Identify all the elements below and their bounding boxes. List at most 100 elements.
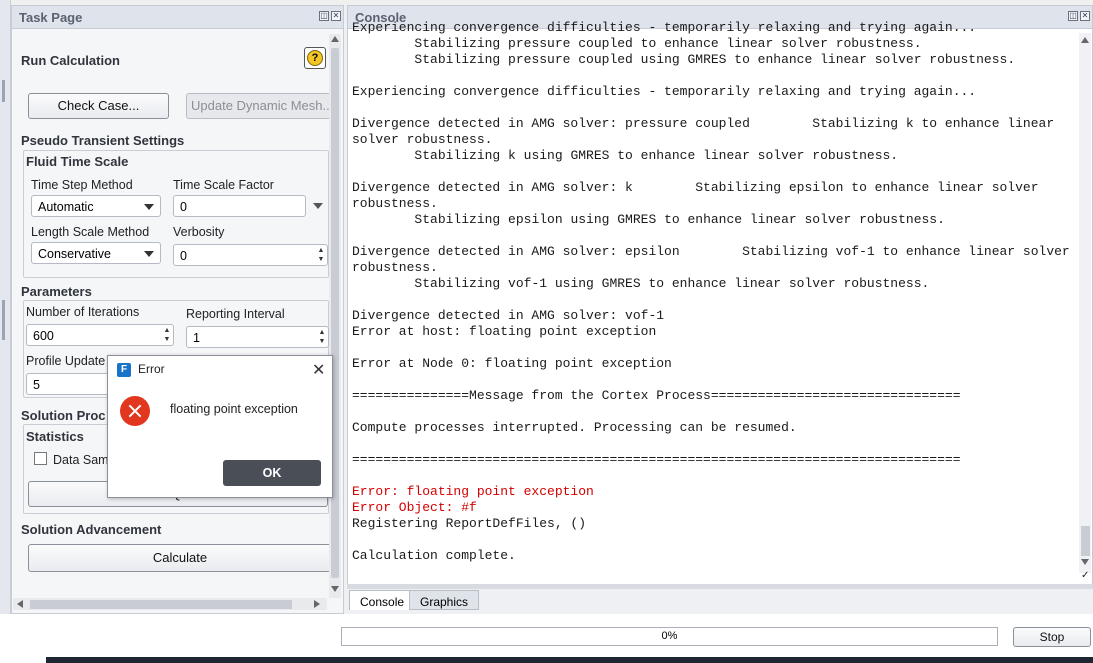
data-sampling-checkbox[interactable]: [34, 452, 47, 465]
task-page-horizontal-scroll-thumb[interactable]: [30, 600, 292, 609]
task-page-header: Task Page ◫ ✕: [12, 6, 343, 29]
taskbar: [46, 657, 1093, 663]
length-scale-method-select[interactable]: Conservative: [31, 242, 161, 264]
time-scale-factor-label: Time Scale Factor: [173, 178, 274, 192]
run-calculation-heading: Run Calculation: [21, 53, 120, 68]
spin-down-icon[interactable]: ▼: [318, 338, 326, 345]
profile-update-value: 5: [33, 378, 40, 392]
time-step-method-label: Time Step Method: [31, 178, 133, 192]
data-sampling-label: Data Sam: [53, 453, 109, 467]
iterations-input[interactable]: 600 ▲ ▼: [26, 324, 174, 346]
time-step-method-select[interactable]: Automatic: [31, 195, 161, 217]
checkmark-icon[interactable]: ✓: [1081, 571, 1091, 581]
console-line: Error: floating point exception: [352, 484, 594, 499]
fluid-time-scale-heading: Fluid Time Scale: [26, 154, 129, 169]
console-panel: Console ◫ ✕ Experiencing convergence dif…: [347, 5, 1093, 588]
reporting-interval-value: 1: [193, 331, 200, 345]
spin-down-icon[interactable]: ▼: [163, 336, 171, 343]
progress-label: 0%: [661, 630, 678, 642]
dialog-title: Error: [138, 362, 165, 376]
console-line: Experiencing convergence difficulties - …: [352, 20, 977, 35]
profile-update-label: Profile Update: [26, 354, 106, 368]
console-line: Stabilizing vof-1 using GMRES to enhance…: [352, 276, 930, 291]
console-line: Stabilizing k using GMRES to enhance lin…: [352, 148, 899, 163]
app-logo-icon: F: [117, 363, 131, 377]
verbosity-value: 0: [180, 249, 187, 263]
spin-up-icon[interactable]: ▲: [318, 329, 326, 336]
verbosity-label: Verbosity: [173, 225, 225, 239]
scroll-left-icon[interactable]: [17, 600, 23, 608]
reporting-interval-label: Reporting Interval: [186, 307, 285, 321]
console-line: Registering ReportDefFiles, (): [352, 516, 587, 531]
time-scale-factor-value: 0: [180, 200, 187, 214]
console-line: Error at host: floating point exception: [352, 324, 657, 339]
spin-down-icon[interactable]: ▼: [317, 256, 325, 263]
console-line: Calculation complete.: [352, 548, 516, 563]
error-dialog: F Error ✕ floating point exception OK: [107, 355, 333, 498]
time-scale-factor-input[interactable]: 0: [173, 195, 306, 217]
scroll-down-icon[interactable]: [1081, 559, 1089, 565]
console-vertical-scroll-thumb[interactable]: [1081, 526, 1090, 556]
scroll-right-icon[interactable]: [314, 600, 320, 608]
solution-advancement-heading: Solution Advancement: [21, 522, 162, 537]
chevron-down-icon[interactable]: [313, 203, 323, 209]
console-tab-bar: Console Graphics: [347, 589, 1093, 613]
update-dynamic-mesh-button[interactable]: Update Dynamic Mesh...: [186, 93, 332, 119]
close-icon[interactable]: ✕: [1080, 11, 1090, 21]
error-icon: [120, 396, 150, 426]
console-line: Divergence detected in AMG solver: press…: [352, 116, 1062, 147]
task-page-vertical-scroll-thumb[interactable]: [331, 48, 339, 578]
scroll-up-icon[interactable]: [331, 36, 339, 42]
console-line: Divergence detected in AMG solver: k Sta…: [352, 180, 1047, 211]
console-vertical-scrollbar[interactable]: [1079, 33, 1091, 573]
spin-up-icon[interactable]: ▲: [317, 247, 325, 254]
scroll-up-icon[interactable]: [1081, 37, 1089, 43]
stop-button[interactable]: Stop: [1013, 627, 1091, 647]
calculate-button[interactable]: Calculate: [28, 544, 332, 572]
console-output[interactable]: Experiencing convergence difficulties - …: [352, 20, 1074, 568]
scroll-down-icon[interactable]: [331, 586, 339, 592]
ok-button[interactable]: OK: [223, 460, 321, 486]
reporting-interval-input[interactable]: 1 ▲ ▼: [186, 326, 329, 348]
close-icon[interactable]: ✕: [331, 11, 341, 21]
tab-console[interactable]: Console: [349, 590, 416, 610]
console-line: Experiencing convergence difficulties - …: [352, 84, 977, 99]
progress-bar: 0%: [341, 627, 998, 646]
pseudo-transient-heading: Pseudo Transient Settings: [21, 133, 185, 148]
task-page-title: Task Page: [19, 10, 83, 25]
help-button[interactable]: ?: [304, 47, 326, 69]
tab-graphics[interactable]: Graphics: [409, 590, 480, 610]
console-line: Error Object: #f: [352, 500, 477, 515]
chevron-down-icon: [144, 204, 154, 210]
parameters-heading: Parameters: [21, 284, 92, 299]
solution-processing-heading: Solution Proc: [21, 408, 106, 423]
console-line: ===============Message from the Cortex P…: [352, 388, 961, 403]
dialog-message: floating point exception: [170, 402, 298, 416]
console-line: Compute processes interrupted. Processin…: [352, 420, 797, 435]
spin-up-icon[interactable]: ▲: [163, 327, 171, 334]
check-case-button[interactable]: Check Case...: [28, 93, 169, 119]
console-line: Stabilizing pressure coupled using GMRES…: [352, 52, 1016, 67]
time-step-method-value: Automatic: [38, 200, 94, 214]
console-line: Stabilizing epsilon using GMRES to enhan…: [352, 212, 945, 227]
length-scale-method-label: Length Scale Method: [31, 225, 150, 239]
restore-icon[interactable]: ◫: [319, 11, 329, 21]
left-edge-strip: [0, 0, 11, 615]
edge-marker: [2, 300, 5, 340]
length-scale-method-value: Conservative: [38, 247, 111, 261]
verbosity-input[interactable]: 0 ▲ ▼: [173, 244, 328, 266]
console-line: Error at Node 0: floating point exceptio…: [352, 356, 672, 371]
statistics-heading: Statistics: [26, 429, 84, 444]
close-icon[interactable]: ✕: [312, 360, 325, 380]
